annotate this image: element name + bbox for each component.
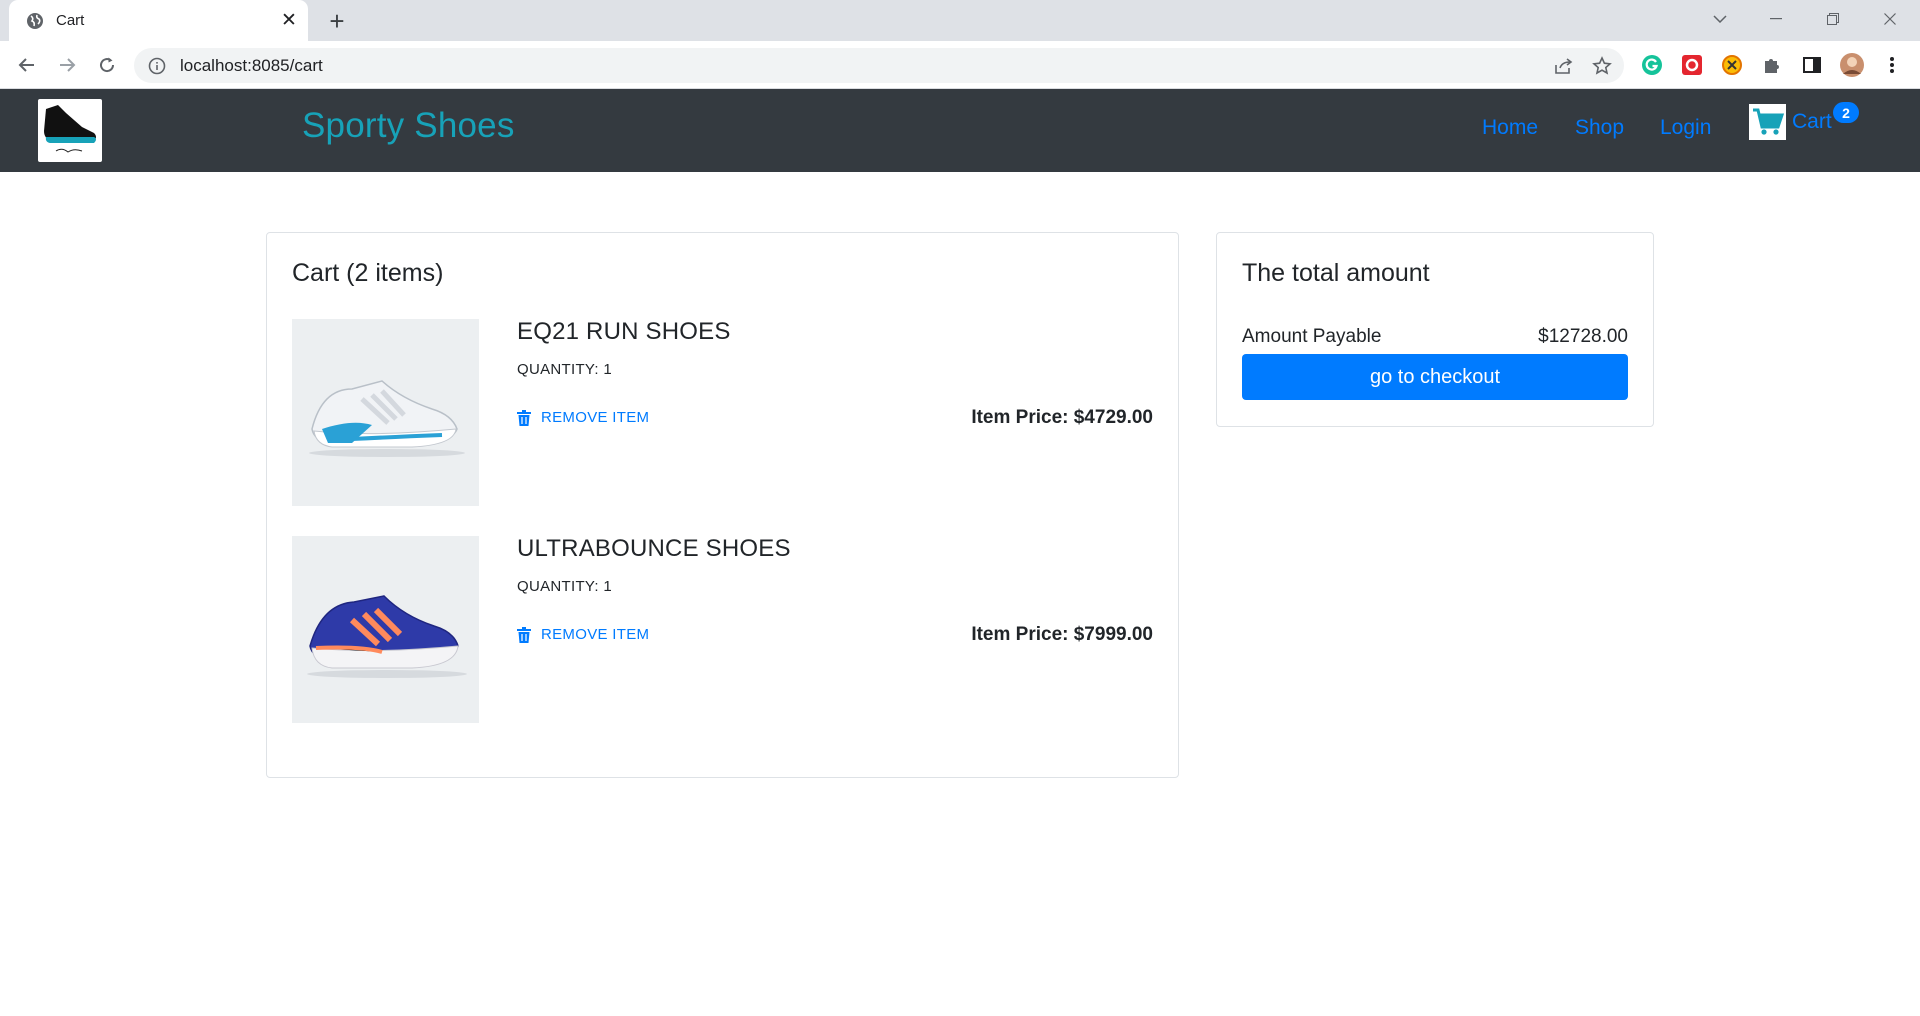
forward-button[interactable] [52,50,82,80]
remove-item-label: REMOVE ITEM [541,626,650,643]
item-quantity: QUANTITY: 1 [517,578,612,595]
close-window-button[interactable] [1866,0,1914,38]
cart-label: Cart [1792,110,1832,133]
share-icon[interactable] [1548,50,1580,82]
extension-red-icon[interactable] [1677,50,1707,80]
item-price: Item Price: $4729.00 [971,407,1153,428]
nav-shop-link[interactable]: Shop [1575,116,1624,140]
remove-item-button[interactable]: REMOVE ITEM [517,409,649,426]
item-name: ULTRABOUNCE SHOES [517,535,791,562]
globe-icon [27,12,43,29]
nav-login-link[interactable]: Login [1660,116,1711,140]
blue-running-shoe-icon [307,595,467,678]
browser-tab-strip: Cart ✕ + [0,0,1920,41]
checkout-button[interactable]: go to checkout [1242,354,1628,400]
shoe-logo-icon [44,105,96,153]
cart-icon [1749,104,1786,140]
cart-count-badge: 2 [1833,102,1859,123]
bookmark-star-icon[interactable] [1586,50,1618,82]
white-running-shoe-icon [309,380,465,457]
new-tab-button[interactable]: + [318,5,356,37]
site-logo[interactable] [38,99,102,162]
reload-button[interactable] [92,50,122,80]
item-name: EQ21 RUN SHOES [517,318,731,345]
browser-menu-icon[interactable] [1877,50,1907,80]
cart-card: Cart (2 items) EQ21 RUN SHOES QUANTITY: … [266,232,1179,778]
tab-search-icon[interactable] [1696,0,1744,38]
minimize-button[interactable] [1752,0,1800,38]
browser-tab[interactable]: Cart ✕ [9,0,308,41]
cart-title: Cart (2 items) [292,259,444,287]
item-price: Item Price: $7999.00 [971,624,1153,645]
trash-icon [517,409,531,426]
total-title: The total amount [1242,259,1430,287]
profile-avatar[interactable] [1837,50,1867,80]
item-quantity: QUANTITY: 1 [517,361,612,378]
address-bar[interactable]: localhost:8085/cart [134,48,1624,83]
side-panel-icon[interactable] [1797,50,1827,80]
nav-home-link[interactable]: Home [1482,116,1538,140]
trash-icon [517,626,531,643]
restore-button[interactable] [1809,0,1857,38]
total-card: The total amount Amount Payable $12728.0… [1216,232,1654,427]
remove-item-label: REMOVE ITEM [541,409,650,426]
close-tab-icon[interactable]: ✕ [274,6,304,36]
product-image[interactable] [292,536,479,723]
amount-payable-label: Amount Payable [1242,326,1382,347]
grammarly-icon[interactable] [1637,50,1667,80]
site-info-icon[interactable] [147,56,167,76]
extension-orange-icon[interactable] [1717,50,1747,80]
tab-title: Cart [56,12,85,29]
product-image[interactable] [292,319,479,506]
site-navbar: Sporty Shoes Home Shop Login Cart 2 [0,89,1920,172]
browser-toolbar: localhost:8085/cart [0,41,1920,89]
remove-item-button[interactable]: REMOVE ITEM [517,626,649,643]
back-button[interactable] [12,50,42,80]
brand-title[interactable]: Sporty Shoes [302,106,515,146]
amount-payable-value: $12728.00 [1538,326,1628,347]
nav-cart-link[interactable]: Cart 2 [1749,102,1859,142]
extensions-puzzle-icon[interactable] [1757,50,1787,80]
url-text: localhost:8085/cart [180,55,323,75]
